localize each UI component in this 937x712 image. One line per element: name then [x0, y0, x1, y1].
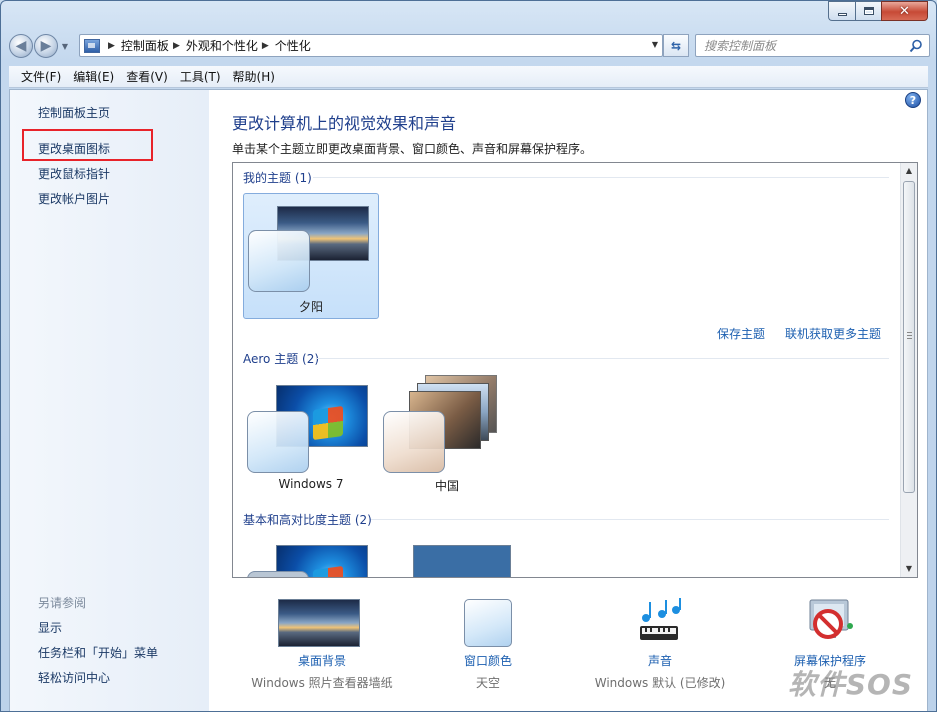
change-mouse-pointers-link[interactable]: 更改鼠标指针: [38, 165, 110, 182]
minimize-button[interactable]: [828, 1, 855, 21]
theme-name: Windows 7: [278, 477, 344, 491]
sounds-value: Windows 默认 (已修改): [594, 676, 726, 690]
windows-logo-icon: [313, 565, 343, 577]
help-icon[interactable]: ?: [905, 92, 921, 108]
scroll-down-icon[interactable]: ▼: [901, 561, 917, 577]
theme-color-preview: [383, 411, 445, 473]
address-bar[interactable]: ▶ 控制面板 ▶ 外观和个性化 ▶ 个性化 ▼: [79, 34, 663, 57]
save-theme-link[interactable]: 保存主题: [717, 325, 765, 342]
page-subtitle: 单击某个主题立即更改桌面背景、窗口颜色、声音和屏幕保护程序。: [232, 142, 593, 156]
forward-button[interactable]: ▶: [34, 34, 58, 58]
see-also-header: 另请参阅: [38, 596, 87, 610]
group-divider: [317, 358, 889, 359]
task-pane: 控制面板主页 更改桌面图标 更改鼠标指针 更改帐户图片 另请参阅 显示 任务栏和…: [10, 90, 209, 711]
desktop-background-link[interactable]: 桌面背景: [234, 652, 410, 669]
theme-color-preview: [247, 411, 309, 473]
window-color-icon: [464, 599, 512, 647]
display-link[interactable]: 显示: [38, 619, 62, 636]
menu-edit[interactable]: 编辑(E): [67, 68, 120, 85]
theme-tile-china[interactable]: 中国: [379, 373, 515, 499]
desktop-background-value: Windows 照片查看器墙纸: [251, 676, 393, 690]
breadcrumb-control-panel[interactable]: 控制面板: [121, 37, 169, 54]
search-icon[interactable]: [909, 39, 923, 53]
desktop-background-icon: [278, 599, 360, 647]
get-more-themes-link[interactable]: 联机获取更多主题: [785, 325, 881, 342]
main-pane: 控制面板主页 更改桌面图标 更改鼠标指针 更改帐户图片 另请参阅 显示 任务栏和…: [9, 89, 928, 711]
sounds-link[interactable]: 声音: [580, 652, 740, 669]
sounds-tool[interactable]: 声音 Windows 默认 (已修改): [580, 596, 740, 692]
scroll-grip-icon: [907, 332, 912, 339]
menu-bar: 文件(F) 编辑(E) 查看(V) 工具(T) 帮助(H): [9, 66, 928, 88]
theme-tile-basic[interactable]: [243, 535, 379, 577]
refresh-icon: ⇆: [670, 38, 682, 53]
maximize-icon: [863, 7, 874, 15]
group-header-my-themes: 我的主题 (1): [243, 171, 312, 185]
maximize-button[interactable]: [855, 1, 881, 21]
refresh-button[interactable]: ⇆: [663, 34, 689, 57]
menu-view[interactable]: 查看(V): [120, 68, 174, 85]
theme-tile-sunset[interactable]: 夕阳: [243, 193, 379, 319]
breadcrumb-personalization[interactable]: 个性化: [275, 37, 311, 54]
music-notes-icon: [640, 598, 681, 640]
watermark: 软件SOS: [787, 668, 913, 701]
breadcrumb-separator[interactable]: ▶: [108, 41, 115, 51]
window-color-value: 天空: [475, 676, 500, 690]
window-color-tool[interactable]: 窗口颜色 天空: [440, 596, 536, 692]
minimize-icon: [837, 13, 847, 16]
search-input[interactable]: 搜索控制面板: [695, 34, 930, 57]
group-header-aero-themes: Aero 主题 (2): [243, 352, 320, 366]
menu-tools[interactable]: 工具(T): [174, 68, 227, 85]
scroll-thumb[interactable]: [903, 181, 915, 493]
ease-of-access-link[interactable]: 轻松访问中心: [38, 669, 110, 686]
windows-logo-icon: [313, 405, 343, 441]
theme-list[interactable]: 我的主题 (1) 夕阳 保存主题 联机获取更多主题 Aero 主题 (2) Wi…: [232, 162, 918, 578]
breadcrumb-appearance[interactable]: 外观和个性化: [186, 37, 258, 54]
no-entry-icon: [809, 599, 853, 639]
menu-help[interactable]: 帮助(H): [227, 68, 281, 85]
window-color-link[interactable]: 窗口颜色: [440, 652, 536, 669]
scroll-up-icon[interactable]: ▲: [901, 163, 917, 179]
control-panel-icon: [84, 38, 100, 53]
menu-file[interactable]: 文件(F): [15, 68, 67, 85]
breadcrumb-separator[interactable]: ▶: [173, 41, 180, 51]
desktop-background-tool[interactable]: 桌面背景 Windows 照片查看器墙纸: [234, 596, 410, 692]
breadcrumb-separator[interactable]: ▶: [262, 41, 269, 51]
change-account-picture-link[interactable]: 更改帐户图片: [38, 190, 110, 207]
recent-pages-dropdown[interactable]: ▼: [60, 42, 70, 51]
back-arrow-icon: ◀: [15, 38, 27, 54]
theme-list-scrollbar[interactable]: ▲ ▼: [900, 163, 917, 577]
theme-color-preview: [248, 230, 310, 292]
back-button[interactable]: ◀: [9, 34, 33, 58]
forward-arrow-icon: ▶: [40, 38, 52, 54]
group-divider: [313, 177, 889, 178]
navigation-bar: ◀ ▶ ▼ ▶ 控制面板 ▶ 外观和个性化 ▶ 个性化 ▼ ⇆ 搜索控制面板: [9, 32, 930, 60]
caption-buttons: ✕: [828, 1, 928, 21]
theme-tile-windows7[interactable]: Windows 7: [243, 373, 379, 499]
address-history-dropdown[interactable]: ▼: [652, 40, 658, 49]
theme-color-preview: [247, 571, 309, 577]
group-header-basic-themes: 基本和高对比度主题 (2): [243, 513, 372, 527]
search-placeholder: 搜索控制面板: [704, 39, 777, 53]
close-icon: ✕: [899, 3, 910, 19]
page-title: 更改计算机上的视觉效果和声音: [232, 114, 457, 133]
taskbar-start-menu-link[interactable]: 任务栏和「开始」菜单: [38, 644, 158, 661]
theme-wallpaper-preview: [413, 545, 511, 577]
theme-tile-classic[interactable]: [379, 535, 515, 577]
theme-name: 中国: [434, 479, 459, 493]
group-divider: [371, 519, 889, 520]
control-panel-home-link[interactable]: 控制面板主页: [38, 104, 110, 121]
close-button[interactable]: ✕: [881, 1, 928, 21]
theme-name: 夕阳: [298, 300, 323, 314]
change-desktop-icons-link[interactable]: 更改桌面图标: [38, 140, 110, 157]
window-frame: ✕ ◀ ▶ ▼ ▶ 控制面板 ▶ 外观和个性化 ▶ 个性化 ▼ ⇆ 搜索控制面板…: [0, 0, 937, 712]
